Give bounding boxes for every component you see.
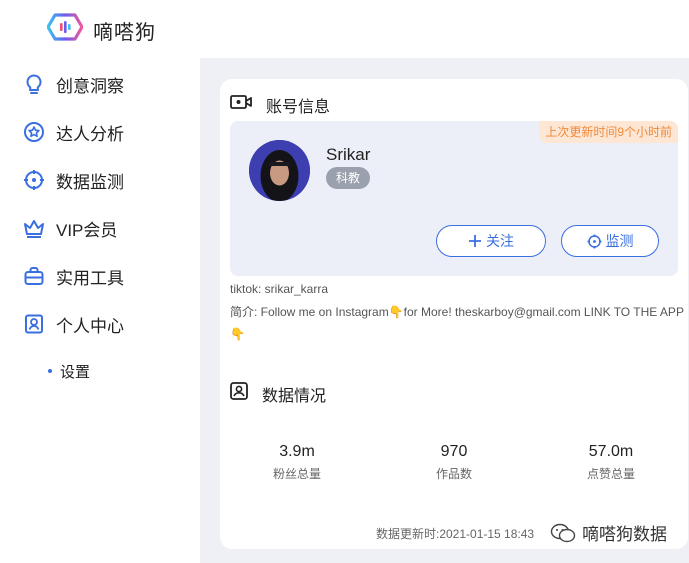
target-icon bbox=[24, 170, 44, 190]
sidebar-subitem-settings[interactable]: 设置 bbox=[0, 356, 200, 386]
sidebar: 创意洞察 达人分析 数据监测 VIP会员 实用工具 个人中心 设置 bbox=[0, 58, 200, 563]
data-update-time: 数据更新时:2021-01-15 18:43 bbox=[376, 527, 535, 541]
tiktok-handle: tiktok: srikar_karra bbox=[230, 282, 329, 296]
category-tag: 科教 bbox=[326, 167, 371, 189]
profile-panel: 上次更新时间9个小时前 Srikar 科教 关注 监测 bbox=[230, 121, 678, 276]
stat-value: 3.9m bbox=[279, 443, 315, 460]
bulb-icon bbox=[26, 74, 42, 94]
data-section-title: 数据情况 bbox=[262, 388, 327, 405]
sidebar-item-creative-insight[interactable]: 创意洞察 bbox=[0, 64, 200, 104]
sidebar-item-vip[interactable]: VIP会员 bbox=[0, 208, 200, 248]
monitor-button-label: 监测 bbox=[605, 233, 634, 249]
app-name: 嘀嗒狗 bbox=[93, 22, 156, 44]
sidebar-subitem-label: 设置 bbox=[60, 363, 91, 381]
user-card-icon bbox=[230, 382, 248, 400]
star-badge-icon bbox=[24, 122, 44, 142]
stat-likes: 57.0m 点赞总量 bbox=[551, 443, 671, 482]
follow-button-label: 关注 bbox=[486, 233, 514, 249]
sidebar-item-personal-center[interactable]: 个人中心 bbox=[0, 304, 200, 344]
account-card: 账号信息 上次更新时间9个小时前 Srikar 科教 关注 监测 tiktok:… bbox=[220, 79, 688, 549]
sidebar-item-label: 个人中心 bbox=[56, 316, 124, 336]
stat-label: 粉丝总量 bbox=[272, 467, 321, 481]
plus-icon bbox=[469, 235, 481, 247]
sidebar-item-label: 创意洞察 bbox=[56, 76, 124, 96]
crown-icon bbox=[24, 220, 44, 238]
stat-value: 970 bbox=[440, 443, 468, 460]
stat-label: 作品数 bbox=[435, 467, 472, 481]
toolbox-icon bbox=[24, 267, 44, 285]
sidebar-item-tools[interactable]: 实用工具 bbox=[0, 256, 200, 296]
top-bar: 嘀嗒狗 bbox=[0, 0, 689, 58]
avatar bbox=[249, 140, 310, 201]
bio-text: 简介: Follow me on Instagram👇for More! the… bbox=[230, 305, 684, 341]
video-camera-icon bbox=[230, 95, 252, 109]
update-time-badge: 上次更新时间9个小时前 bbox=[539, 121, 678, 143]
sidebar-item-influencer-analysis[interactable]: 达人分析 bbox=[0, 112, 200, 152]
wechat-icon bbox=[550, 523, 576, 542]
stat-value: 57.0m bbox=[588, 443, 634, 460]
sidebar-item-label: 达人分析 bbox=[56, 124, 124, 144]
user-card-icon bbox=[25, 314, 43, 334]
profile-name: Srikar bbox=[326, 145, 371, 164]
account-info-title: 账号信息 bbox=[266, 99, 331, 116]
watermark: 嘀嗒狗数据 bbox=[550, 520, 667, 545]
sidebar-item-label: 数据监测 bbox=[56, 172, 124, 192]
monitor-button[interactable]: 监测 bbox=[561, 225, 659, 257]
sidebar-item-data-monitoring[interactable]: 数据监测 bbox=[0, 160, 200, 200]
target-icon bbox=[587, 234, 601, 248]
stat-followers: 3.9m 粉丝总量 bbox=[237, 443, 357, 482]
sidebar-item-label: 实用工具 bbox=[56, 268, 124, 288]
follow-button[interactable]: 关注 bbox=[436, 225, 546, 257]
stat-label: 点赞总量 bbox=[586, 467, 635, 481]
stat-works: 970 作品数 bbox=[394, 443, 514, 482]
bullet-dot bbox=[48, 369, 52, 373]
avatar-image bbox=[249, 140, 310, 201]
watermark-text: 嘀嗒狗数据 bbox=[582, 525, 667, 544]
sidebar-item-label: VIP会员 bbox=[56, 220, 118, 240]
app-logo-icon[interactable] bbox=[47, 13, 83, 41]
